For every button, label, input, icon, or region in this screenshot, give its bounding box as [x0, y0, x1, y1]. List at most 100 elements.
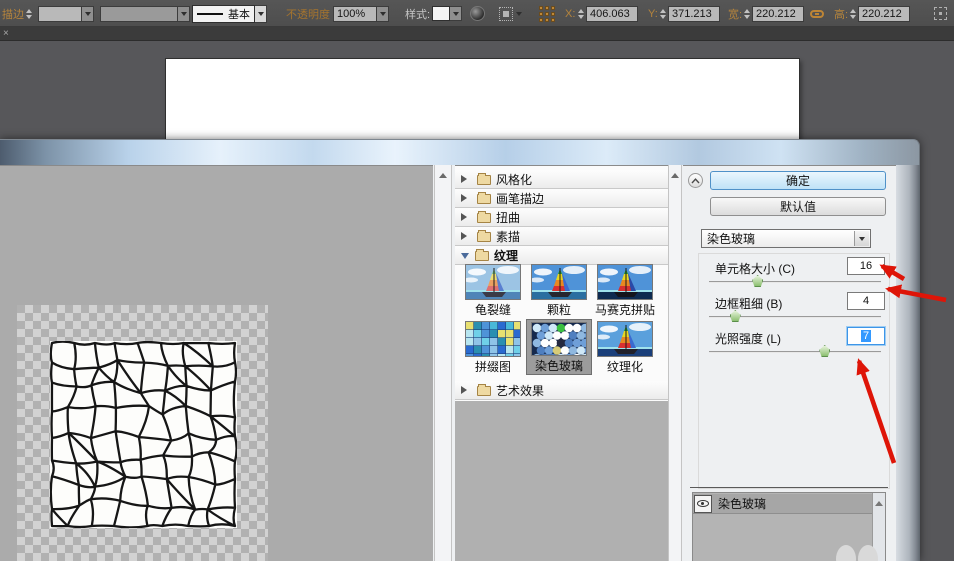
- constrain-proportions-icon[interactable]: [810, 10, 824, 18]
- light-intensity-input[interactable]: 7: [847, 327, 885, 345]
- opacity-dropdown[interactable]: 100%: [333, 0, 389, 27]
- y-label: Y:: [648, 8, 658, 20]
- thumbnail-image[interactable]: [531, 322, 587, 356]
- preview-scrollbar[interactable]: [434, 165, 452, 561]
- opacity-label: 不透明度: [286, 6, 330, 22]
- close-tab-icon[interactable]: ×: [3, 27, 9, 41]
- stroke-width-dropdown[interactable]: [38, 0, 94, 27]
- effect-dropdown[interactable]: 染色玻璃: [701, 229, 871, 248]
- eye-icon: [697, 500, 709, 507]
- height-stepper[interactable]: [850, 6, 856, 22]
- style-swatch[interactable]: [432, 6, 450, 21]
- chevron-down-icon[interactable]: [255, 5, 267, 23]
- x-stepper[interactable]: [578, 6, 584, 22]
- slider-thumb[interactable]: [819, 345, 830, 357]
- thumbnail-image[interactable]: [465, 321, 521, 357]
- cell-size-label: 单元格大小 (C): [715, 260, 795, 277]
- preview-pane[interactable]: [0, 165, 433, 561]
- stained-glass-preview: [50, 341, 237, 528]
- expand-triangle-icon[interactable]: [461, 175, 471, 183]
- expand-triangle-icon[interactable]: [461, 213, 471, 221]
- transparency-checkerboard: [17, 305, 268, 561]
- width-input[interactable]: 220.212: [752, 6, 804, 22]
- thumbnail-image[interactable]: [597, 264, 653, 300]
- recolor-artwork-icon[interactable]: [470, 6, 485, 21]
- collapse-triangle-icon[interactable]: [461, 253, 469, 263]
- expand-triangle-icon[interactable]: [461, 194, 471, 202]
- x-label: X:: [565, 8, 575, 20]
- tree-folder-brushstrokes[interactable]: 画笔描边: [455, 189, 668, 208]
- scroll-up-icon[interactable]: [671, 169, 679, 178]
- tree-folder-sketch[interactable]: 素描: [455, 227, 668, 246]
- align-dropdown[interactable]: [499, 0, 525, 27]
- border-thickness-label: 边框粗细 (B): [715, 295, 782, 312]
- effect-layer-row[interactable]: 染色玻璃: [693, 494, 873, 514]
- folder-label: 扭曲: [496, 209, 520, 226]
- thumbnail-image[interactable]: [531, 264, 587, 300]
- thumb-grain[interactable]: 颗粒: [526, 262, 592, 318]
- x-input[interactable]: 406.063: [586, 6, 638, 22]
- tree-folder-artistic[interactable]: 艺术效果: [455, 381, 668, 400]
- border-thickness-row: 边框粗细 (B) 4: [699, 292, 891, 326]
- thumb-stained-glass-selected[interactable]: 染色玻璃: [526, 319, 592, 375]
- tree-scrollbar[interactable]: [668, 165, 682, 561]
- width-label: 宽:: [728, 6, 742, 22]
- light-intensity-label: 光照强度 (L): [715, 330, 781, 347]
- expand-triangle-icon[interactable]: [461, 386, 471, 394]
- visibility-toggle[interactable]: [694, 495, 712, 513]
- stroke-width-stepper[interactable]: [26, 6, 32, 22]
- brush-basic-label: 基本: [228, 6, 250, 22]
- defaults-button[interactable]: 默认值: [710, 197, 886, 216]
- brush-definition-dropdown[interactable]: 基本: [192, 0, 267, 27]
- chevron-down-icon[interactable]: [854, 231, 869, 246]
- chevron-down-icon[interactable]: [513, 6, 525, 22]
- chevron-up-icon: [691, 178, 700, 184]
- filter-gallery-dialog: 风格化 画笔描边 扭曲 素描 纹理 龟裂缝 颗粒: [0, 139, 920, 561]
- thumb-craquelure[interactable]: 龟裂缝: [460, 262, 526, 318]
- folder-icon: [477, 194, 491, 204]
- expand-triangle-icon[interactable]: [461, 232, 471, 240]
- light-intensity-slider[interactable]: [709, 351, 881, 353]
- thumb-patchwork[interactable]: 拼缀图: [460, 319, 526, 375]
- collapse-panel-button[interactable]: [688, 173, 703, 188]
- scroll-up-icon[interactable]: [875, 497, 883, 506]
- cell-size-slider[interactable]: [709, 281, 881, 283]
- chevron-down-icon[interactable]: [178, 6, 190, 22]
- style-label: 样式:: [405, 6, 430, 22]
- dialog-titlebar[interactable]: [0, 139, 920, 165]
- ok-button[interactable]: 确定: [710, 171, 886, 190]
- light-intensity-row: 光照强度 (L) 7: [699, 327, 891, 361]
- chevron-down-icon[interactable]: [450, 6, 462, 21]
- control-bar: 描边 基本 不透明度 100% 样式: X: 406.063 Y: 371.21…: [0, 0, 954, 27]
- style-swatch-dropdown[interactable]: [432, 0, 462, 27]
- chevron-down-icon[interactable]: [377, 6, 389, 22]
- thumb-texturizer[interactable]: 纹理化: [592, 319, 658, 375]
- folder-open-icon: [475, 251, 489, 261]
- tree-folder-distort[interactable]: 扭曲: [455, 208, 668, 227]
- y-input[interactable]: 371.213: [668, 6, 720, 22]
- tree-folder-stylize[interactable]: 风格化: [455, 170, 668, 189]
- reference-point-selector[interactable]: [539, 6, 555, 22]
- effect-layer-list: 染色玻璃: [692, 492, 886, 561]
- transform-icon[interactable]: [934, 7, 947, 20]
- thumbnail-image[interactable]: [597, 321, 653, 357]
- width-stepper[interactable]: [744, 6, 750, 22]
- artboard[interactable]: [165, 58, 800, 140]
- height-input[interactable]: 220.212: [858, 6, 910, 22]
- align-icon[interactable]: [499, 7, 513, 21]
- variable-width-dropdown[interactable]: [100, 0, 190, 27]
- border-thickness-input[interactable]: 4: [847, 292, 885, 310]
- folder-label: 纹理: [494, 247, 518, 264]
- thumbnail-image[interactable]: [465, 264, 521, 300]
- scroll-up-icon[interactable]: [439, 169, 447, 178]
- cell-size-input[interactable]: 16: [847, 257, 885, 275]
- texture-thumbnails: 龟裂缝 颗粒 马赛克拼贴 拼缀图 染色玻璃 纹理化: [457, 262, 666, 380]
- folder-label: 艺术效果: [496, 382, 544, 399]
- illustrator-window: 描边 基本 不透明度 100% 样式: X: 406.063 Y: 371.21…: [0, 0, 954, 561]
- border-thickness-slider[interactable]: [709, 316, 881, 318]
- thumb-mosaic-tiles[interactable]: 马赛克拼贴: [592, 262, 658, 318]
- chevron-down-icon[interactable]: [82, 6, 94, 22]
- folder-label: 素描: [496, 228, 520, 245]
- y-stepper[interactable]: [660, 6, 666, 22]
- height-label: 高:: [834, 6, 848, 22]
